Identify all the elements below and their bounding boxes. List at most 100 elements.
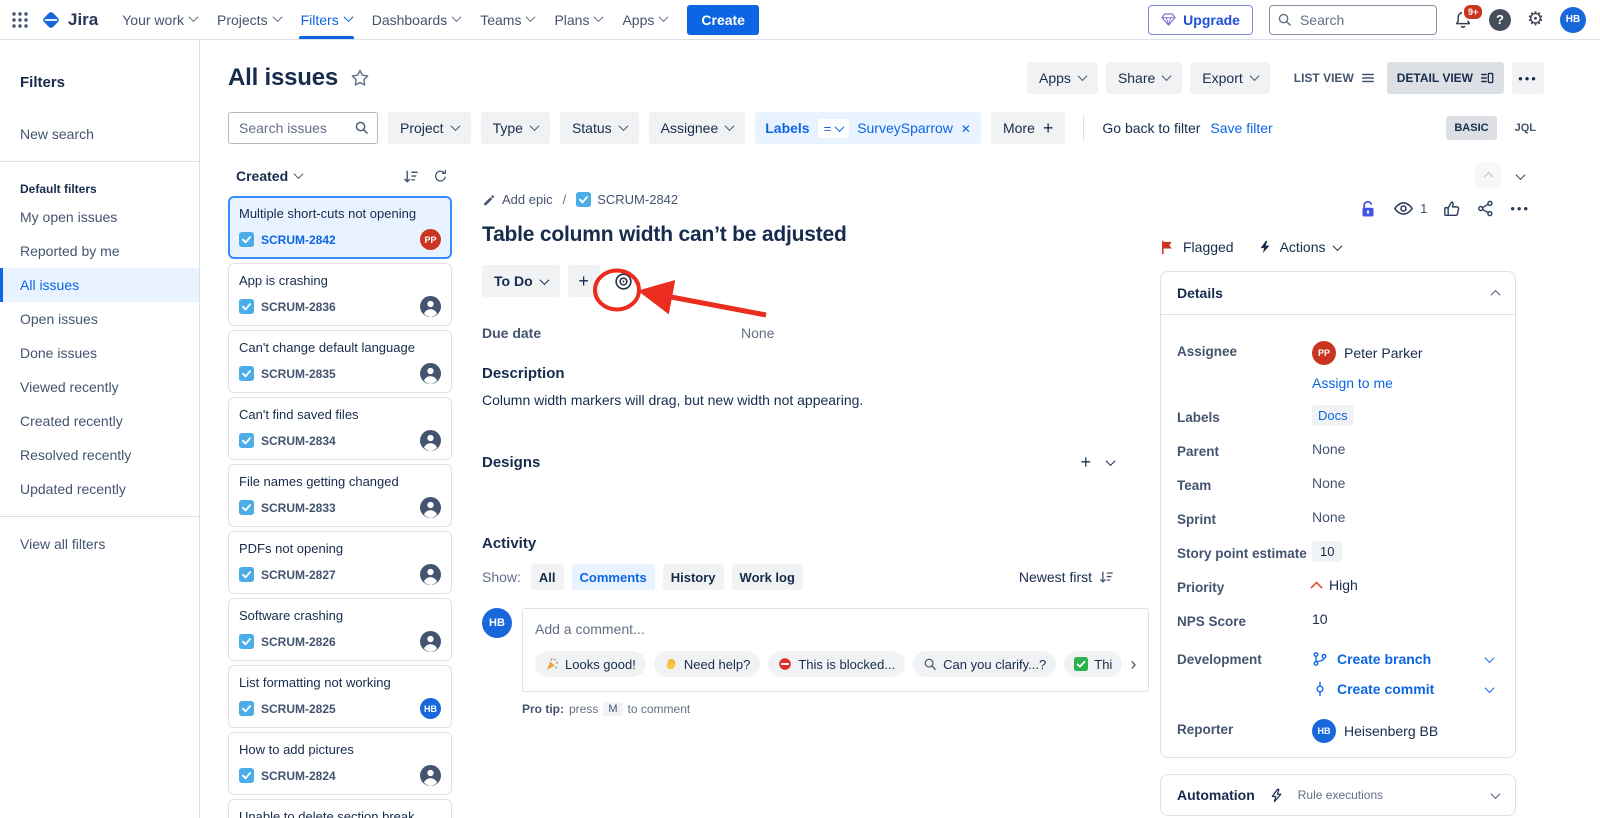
type-filter-dropdown[interactable]: Type xyxy=(481,112,550,144)
sidebar-item-reported-by-me[interactable]: Reported by me xyxy=(0,234,199,268)
list-view-button[interactable]: LIST VIEW xyxy=(1284,62,1385,94)
add-button[interactable] xyxy=(568,265,600,297)
quick-reply-clarify[interactable]: Can you clarify...? xyxy=(913,651,1056,677)
parent-value[interactable]: None xyxy=(1312,441,1345,457)
sort-newest-first-button[interactable]: Newest first xyxy=(1019,569,1114,585)
refresh-icon[interactable] xyxy=(433,169,448,184)
more-options-button[interactable] xyxy=(1512,62,1544,94)
sidebar-item-open-issues[interactable]: Open issues xyxy=(0,302,199,336)
jira-logo[interactable]: Jira xyxy=(40,9,98,31)
go-back-to-filter-button[interactable]: Go back to filter xyxy=(1102,120,1200,136)
upgrade-button[interactable]: Upgrade xyxy=(1148,5,1253,35)
sidebar-item-new-search[interactable]: New search xyxy=(0,117,199,151)
nav-item-projects[interactable]: Projects xyxy=(207,0,291,39)
app-switcher-icon[interactable] xyxy=(10,10,30,30)
activity-tab-all[interactable]: All xyxy=(531,564,564,590)
create-commit-link[interactable]: Create commit xyxy=(1312,681,1434,697)
sidebar-item-resolved-recently[interactable]: Resolved recently xyxy=(0,438,199,472)
share-button[interactable]: Share xyxy=(1106,62,1182,94)
sort-direction-icon[interactable] xyxy=(402,168,419,185)
nav-item-dashboards[interactable]: Dashboards xyxy=(362,0,471,39)
goals-button[interactable] xyxy=(608,265,640,297)
sidebar-item-my-open-issues[interactable]: My open issues xyxy=(0,200,199,234)
sidebar-item-view-all-filters[interactable]: View all filters xyxy=(0,527,199,561)
add-epic-button[interactable]: Add epic xyxy=(482,192,553,207)
vote-thumbs-up-icon[interactable] xyxy=(1442,199,1461,218)
help-button[interactable] xyxy=(1489,9,1511,31)
export-button[interactable]: Export xyxy=(1190,62,1269,94)
nav-item-your-work[interactable]: Your work xyxy=(112,0,207,39)
sidebar-item-viewed-recently[interactable]: Viewed recently xyxy=(0,370,199,404)
assignee-filter-dropdown[interactable]: Assignee xyxy=(649,112,746,144)
comment-box[interactable]: Add a comment... Looks good! Need help? xyxy=(522,608,1149,692)
nav-item-apps[interactable]: Apps xyxy=(612,0,677,39)
share-icon[interactable] xyxy=(1476,199,1495,218)
quick-reply-need-help[interactable]: Need help? xyxy=(654,651,761,677)
issue-card[interactable]: File names getting changed SCRUM-2833 xyxy=(228,464,452,527)
sort-by-dropdown[interactable]: Created xyxy=(236,168,302,184)
label-chip[interactable]: Docs xyxy=(1312,405,1354,426)
nav-item-teams[interactable]: Teams xyxy=(470,0,544,39)
sidebar-item-done-issues[interactable]: Done issues xyxy=(0,336,199,370)
apps-button[interactable]: Apps xyxy=(1027,62,1098,94)
breadcrumb-issue-key[interactable]: SCRUM-2842 xyxy=(576,192,678,207)
reporter-value[interactable]: HB Heisenberg BB xyxy=(1312,719,1438,743)
quick-replies-scroll-button[interactable] xyxy=(1130,654,1136,675)
add-design-button[interactable] xyxy=(1080,452,1091,473)
sidebar-item-updated-recently[interactable]: Updated recently xyxy=(0,472,199,506)
issue-card[interactable]: Can't change default language SCRUM-2835 xyxy=(228,330,452,393)
chevron-down-icon[interactable] xyxy=(1106,456,1116,466)
comment-placeholder[interactable]: Add a comment... xyxy=(535,621,1136,637)
chevron-down-icon[interactable] xyxy=(1485,653,1495,663)
next-issue-button[interactable] xyxy=(1513,164,1528,187)
nav-item-filters[interactable]: Filters xyxy=(291,0,362,39)
issue-card[interactable]: Unable to delete section break SCRUM-282… xyxy=(228,799,452,818)
status-dropdown[interactable]: To Do xyxy=(482,265,560,297)
detail-view-button[interactable]: DETAIL VIEW xyxy=(1387,62,1504,94)
issue-card[interactable]: PDFs not opening SCRUM-2827 xyxy=(228,531,452,594)
nav-item-plans[interactable]: Plans xyxy=(544,0,612,39)
description-text[interactable]: Column width markers will drag, but new … xyxy=(482,392,1130,408)
story-point-value[interactable]: 10 xyxy=(1312,541,1342,562)
actions-dropdown[interactable]: Actions xyxy=(1258,239,1341,255)
global-search-input[interactable] xyxy=(1269,5,1437,35)
issue-card[interactable]: Can't find saved files SCRUM-2834 xyxy=(228,397,452,460)
create-branch-link[interactable]: Create branch xyxy=(1312,651,1431,667)
team-value[interactable]: None xyxy=(1312,475,1345,491)
unlock-icon[interactable] xyxy=(1358,199,1378,219)
issue-card[interactable]: Software crashing SCRUM-2826 xyxy=(228,598,452,661)
jql-mode-button[interactable]: JQL xyxy=(1507,116,1544,140)
issue-card[interactable]: Multiple short-cuts not opening SCRUM-28… xyxy=(228,196,452,259)
more-filters-button[interactable]: More xyxy=(991,112,1065,144)
priority-value[interactable]: High xyxy=(1312,577,1358,593)
details-panel-header[interactable]: Details xyxy=(1161,272,1515,315)
remove-filter-icon[interactable] xyxy=(961,120,971,136)
sidebar-item-created-recently[interactable]: Created recently xyxy=(0,404,199,438)
activity-tab-worklog[interactable]: Work log xyxy=(732,564,803,590)
issue-card[interactable]: How to add pictures SCRUM-2824 xyxy=(228,732,452,795)
issue-card[interactable]: App is crashing SCRUM-2836 xyxy=(228,263,452,326)
save-filter-link[interactable]: Save filter xyxy=(1210,120,1272,136)
sprint-value[interactable]: None xyxy=(1312,509,1345,525)
sidebar-item-all-issues[interactable]: All issues xyxy=(0,268,199,302)
settings-button[interactable] xyxy=(1527,8,1544,31)
quick-reply-blocked[interactable]: This is blocked... xyxy=(768,651,905,677)
create-button[interactable]: Create xyxy=(687,5,759,35)
chevron-down-icon[interactable] xyxy=(1485,683,1495,693)
notifications-button[interactable]: 9+ xyxy=(1453,10,1473,30)
nps-score-value[interactable]: 10 xyxy=(1312,611,1328,627)
activity-tab-comments[interactable]: Comments xyxy=(572,564,655,590)
labels-filter-chip[interactable]: Labels = SurveySparrow xyxy=(755,112,981,144)
assignee-value[interactable]: PP Peter Parker xyxy=(1312,341,1423,365)
star-favorite-icon[interactable] xyxy=(350,68,370,88)
assign-to-me-link[interactable]: Assign to me xyxy=(1312,375,1423,391)
basic-mode-button[interactable]: BASIC xyxy=(1446,116,1496,140)
profile-button[interactable]: HB xyxy=(1560,7,1586,33)
quick-reply-looks-good[interactable]: Looks good! xyxy=(535,651,646,677)
flagged-indicator[interactable]: Flagged xyxy=(1160,239,1234,255)
quick-reply-truncated[interactable]: Thi xyxy=(1064,651,1122,677)
status-filter-dropdown[interactable]: Status xyxy=(560,112,639,144)
more-actions-icon[interactable] xyxy=(1510,200,1530,218)
automation-panel[interactable]: Automation Rule executions xyxy=(1160,774,1516,816)
due-date-value[interactable]: None xyxy=(741,325,774,341)
